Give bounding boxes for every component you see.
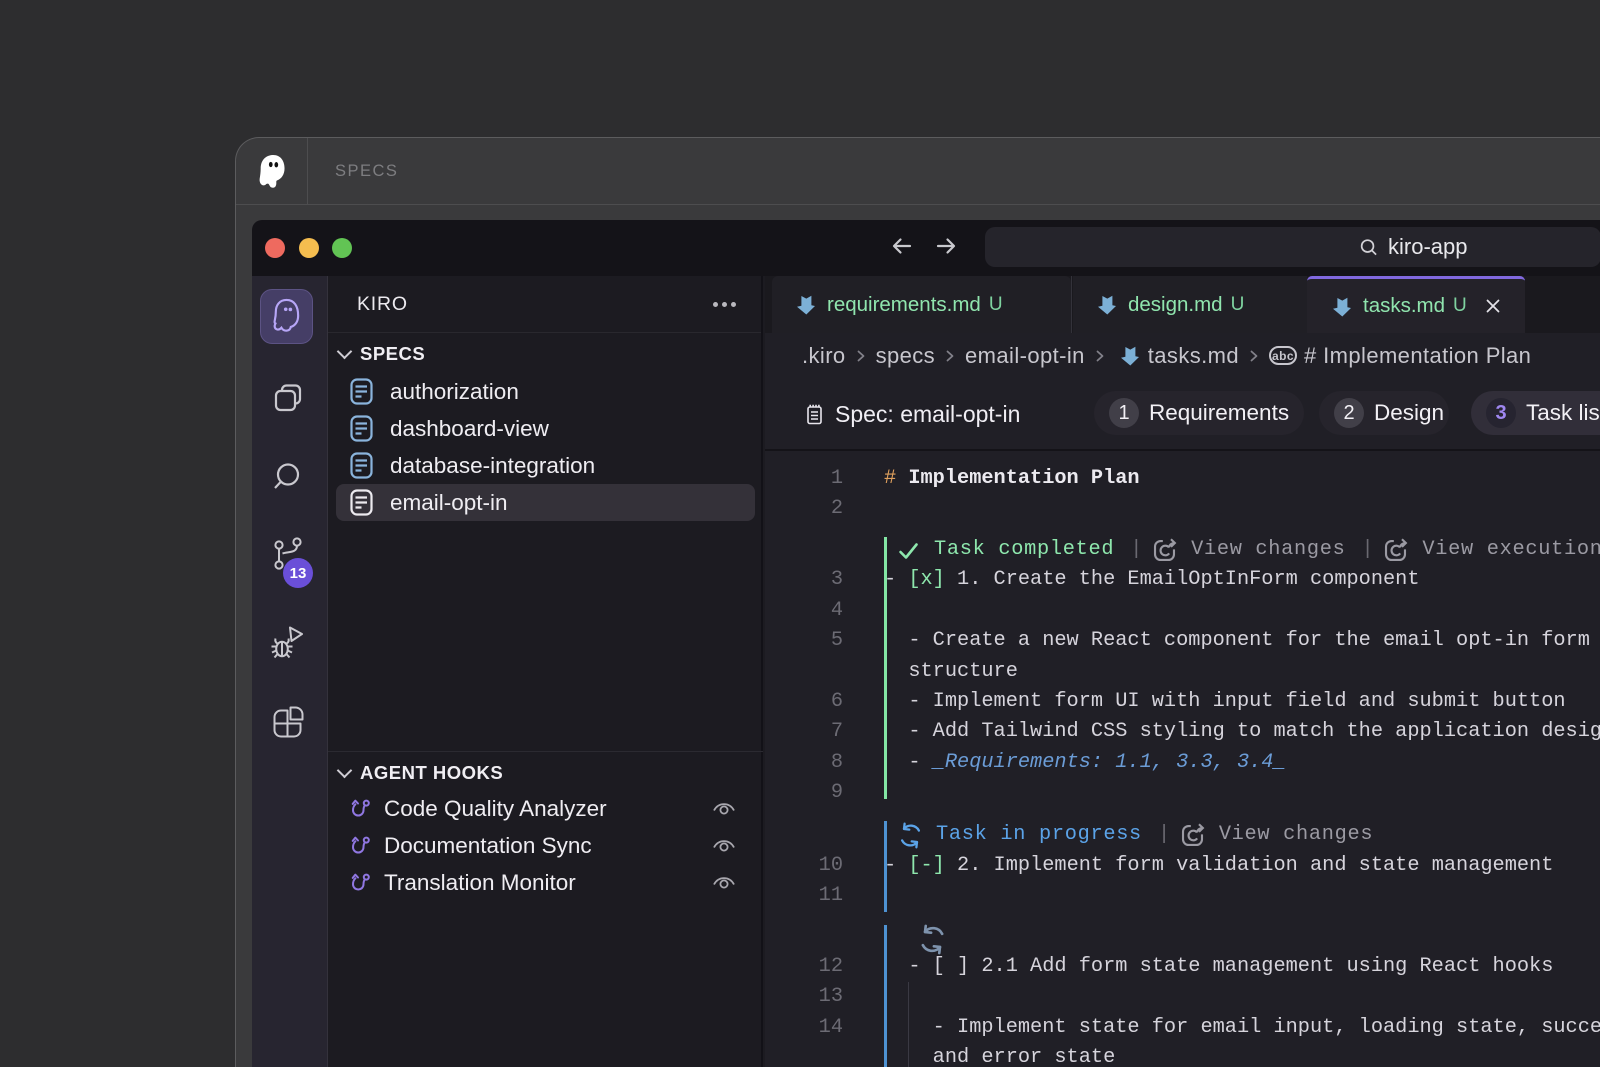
svg-text:abc: abc (1272, 349, 1294, 363)
